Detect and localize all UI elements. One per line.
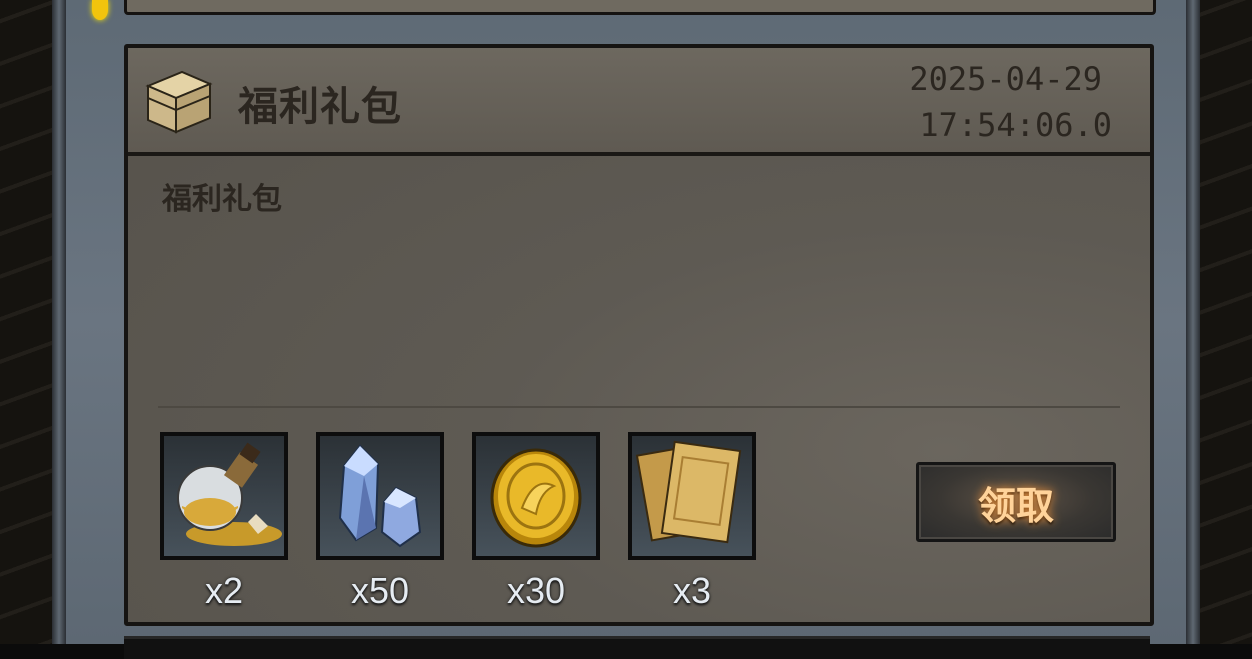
reward-qty: x50 [350, 570, 410, 611]
mail-header: 福利礼包 2025-04-29 17:54:06.0 [128, 48, 1150, 156]
previous-mail-card[interactable] [124, 0, 1156, 15]
left-rail [52, 0, 66, 644]
next-mail-card[interactable] [124, 636, 1150, 659]
mail-card: 福利礼包 2025-04-29 17:54:06.0 福利礼包 x2 x50 x… [124, 44, 1154, 626]
unread-marker-icon [92, 0, 108, 20]
reward-qty: x30 [506, 570, 566, 611]
parchment-cards-icon [635, 440, 742, 544]
reward-qty: x3 [672, 570, 712, 611]
mail-title: 福利礼包 [238, 84, 402, 130]
mail-body-text: 福利礼包 [162, 182, 282, 217]
gold-coin-icon [490, 448, 582, 548]
claim-button-label: 领取 [977, 483, 1054, 528]
reward-qty: x2 [204, 570, 244, 611]
blue-crystal-icon [338, 444, 422, 548]
right-rail [1186, 0, 1200, 644]
reward-item[interactable] [472, 432, 600, 560]
mail-date: 2025-04-29 [909, 60, 1102, 98]
mail-time: 17:54:06.0 [919, 106, 1112, 144]
reward-item[interactable] [316, 432, 444, 560]
divider [158, 406, 1120, 408]
reward-item[interactable] [628, 432, 756, 560]
claim-button[interactable]: 领取 [916, 462, 1116, 542]
gold-dust-flask-icon [177, 442, 282, 546]
chest-icon [145, 70, 213, 134]
reward-item[interactable] [160, 432, 288, 560]
